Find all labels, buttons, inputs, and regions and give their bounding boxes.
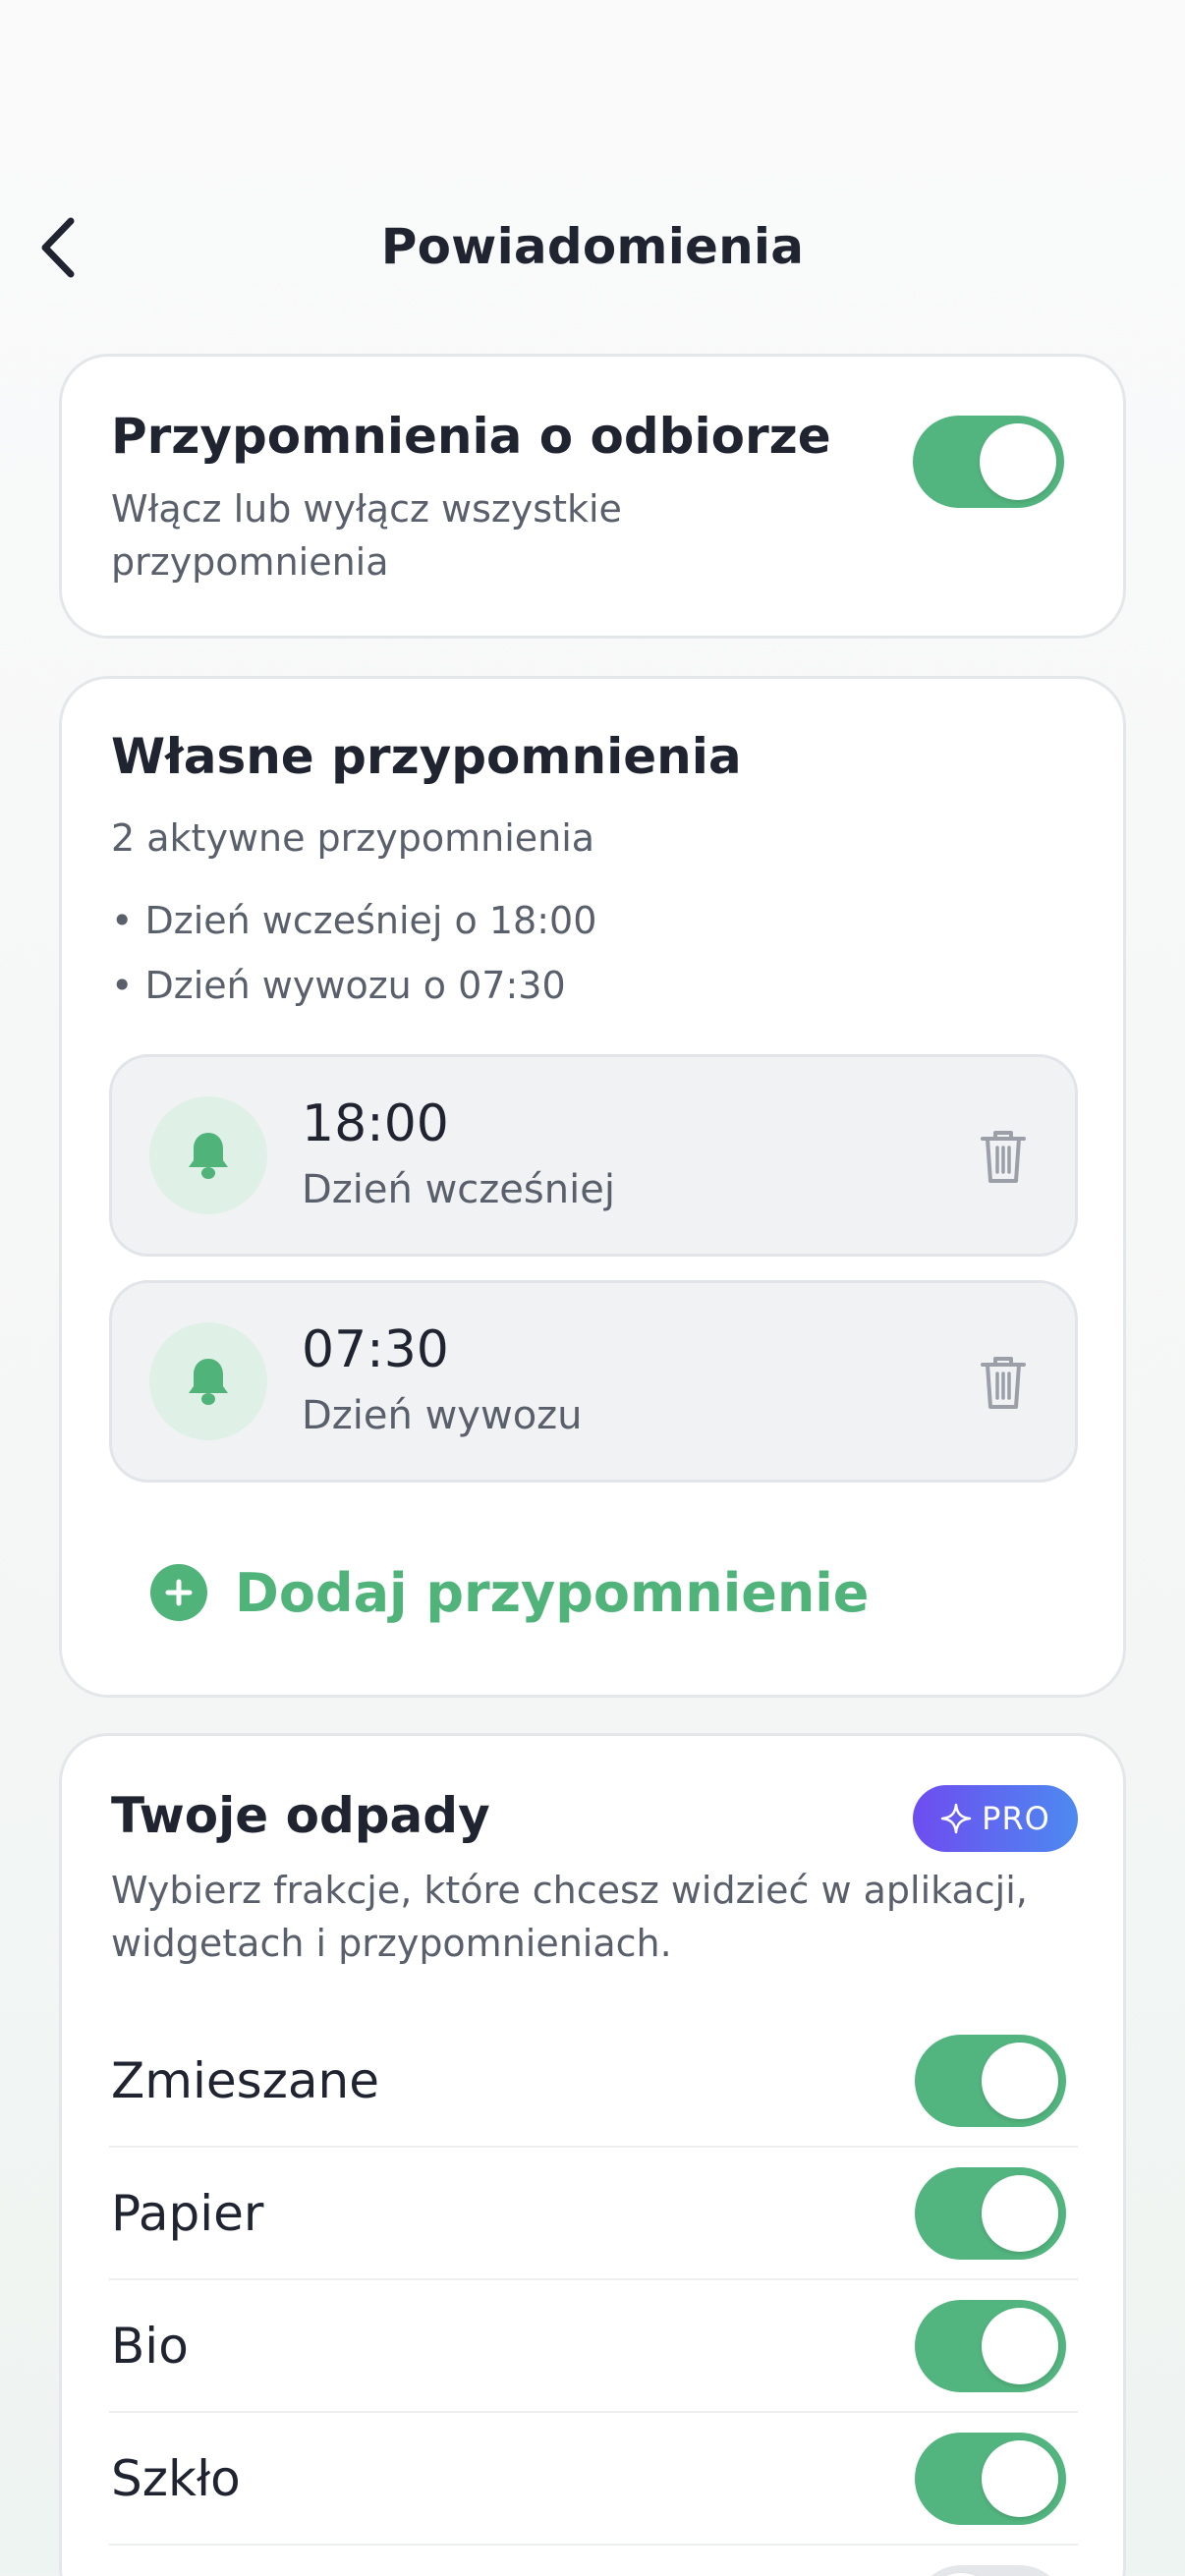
- waste-toggle-bio[interactable]: [915, 2300, 1066, 2392]
- add-reminder-button[interactable]: Dodaj przypomnienie: [150, 1553, 869, 1632]
- your-waste-subtitle-line1: Wybierz frakcje, które chcesz widzieć w …: [111, 1869, 1028, 1912]
- waste-label: Papier: [111, 2185, 264, 2242]
- reminder-summary-line: • Dzień wywozu o 07:30: [111, 964, 566, 1007]
- waste-row-paper: Papier: [109, 2148, 1078, 2280]
- pro-badge-label: PRO: [982, 1800, 1050, 1837]
- bell-icon-wrap: [149, 1096, 267, 1214]
- page-title: Powiadomienia: [380, 218, 805, 275]
- pickup-reminders-title: Przypomnienia o odbiorze: [111, 408, 831, 465]
- top-bar: Powiadomienia: [0, 196, 1185, 300]
- trash-icon: [981, 1357, 1026, 1409]
- reminder-time: 07:30: [302, 1320, 449, 1379]
- pickup-reminders-card: Przypomnienia o odbiorze Włącz lub wyłąc…: [59, 354, 1126, 639]
- sparkle-icon: [940, 1803, 972, 1834]
- pickup-reminders-subtitle-line1: Włącz lub wyłącz wszystkie: [111, 487, 622, 531]
- waste-label: Szkło: [111, 2450, 241, 2507]
- toggle-knob: [980, 423, 1056, 500]
- waste-row-partial: [109, 2546, 1078, 2576]
- your-waste-title: Twoje odpady: [111, 1787, 490, 1844]
- add-reminder-label: Dodaj przypomnienie: [235, 1561, 870, 1624]
- waste-row-mixed: Zmieszane: [109, 2015, 1078, 2148]
- waste-toggle-mixed[interactable]: [915, 2035, 1066, 2127]
- reminder-label: Dzień wcześniej: [302, 1167, 615, 1212]
- reminder-summary-line: • Dzień wcześniej o 18:00: [111, 899, 597, 942]
- your-waste-subtitle-line2: widgetach i przypomnieniach.: [111, 1922, 672, 1965]
- active-reminders-count: 2 aktywne przypomnienia: [111, 816, 595, 860]
- bell-icon-wrap: [149, 1322, 267, 1440]
- waste-row-bio: Bio: [109, 2280, 1078, 2413]
- custom-reminders-title: Własne przypomnienia: [111, 728, 742, 785]
- reminder-label: Dzień wywozu: [302, 1393, 583, 1438]
- toggle-knob: [982, 2440, 1058, 2517]
- trash-icon: [981, 1131, 1026, 1183]
- reminder-time: 18:00: [302, 1094, 449, 1153]
- waste-toggle-paper[interactable]: [915, 2167, 1066, 2260]
- waste-label: Bio: [111, 2318, 189, 2375]
- toggle-knob: [982, 2175, 1058, 2252]
- waste-toggle-partial[interactable]: [915, 2565, 1066, 2576]
- bell-icon: [189, 1359, 228, 1405]
- delete-reminder-button[interactable]: [969, 1348, 1038, 1417]
- custom-reminders-card: Własne przypomnienia 2 aktywne przypomni…: [59, 676, 1126, 1698]
- waste-label: Zmieszane: [111, 2052, 379, 2109]
- delete-reminder-button[interactable]: [969, 1122, 1038, 1191]
- reminder-item[interactable]: 18:00 Dzień wcześniej: [109, 1054, 1078, 1257]
- reminder-item[interactable]: 07:30 Dzień wywozu: [109, 1280, 1078, 1483]
- toggle-knob: [982, 2043, 1058, 2119]
- pickup-reminders-toggle[interactable]: [913, 416, 1064, 508]
- your-waste-card: Twoje odpady PRO Wybierz frakcje, które …: [59, 1733, 1126, 2576]
- waste-row-glass: Szkło: [109, 2413, 1078, 2546]
- pickup-reminders-subtitle-line2: przypomnienia: [111, 540, 389, 584]
- bell-icon: [189, 1133, 228, 1179]
- plus-circle-icon: [150, 1564, 207, 1621]
- pro-badge: PRO: [913, 1785, 1078, 1852]
- toggle-knob: [982, 2308, 1058, 2384]
- waste-toggle-glass[interactable]: [915, 2433, 1066, 2525]
